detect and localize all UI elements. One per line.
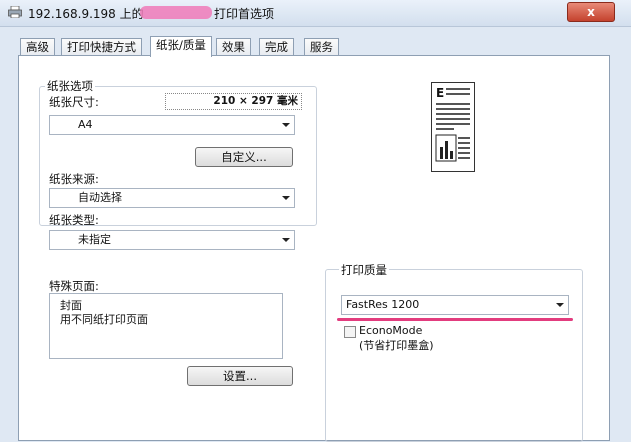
tab-effects[interactable]: 效果 (216, 38, 251, 56)
tab-panel: 纸张选项 纸张尺寸: 210 × 297 毫米 A4 自定义... 纸张来源: … (18, 55, 610, 442)
paper-type-select[interactable]: 未指定 (49, 230, 295, 250)
page-preview: E (431, 82, 475, 172)
paper-size-label: 纸张尺寸: (49, 95, 99, 109)
tab-print-shortcuts[interactable]: 打印快捷方式 (61, 38, 142, 56)
tab-finishing[interactable]: 完成 (259, 38, 294, 56)
chevron-down-icon (282, 196, 290, 200)
special-pages-list[interactable]: 封面 用不同纸打印页面 (49, 293, 283, 359)
printer-icon (8, 6, 22, 18)
paper-size-select[interactable]: A4 (49, 115, 295, 135)
tab-paper-quality[interactable]: 纸张/质量 (150, 36, 212, 57)
tab-services[interactable]: 服务 (304, 38, 339, 56)
special-pages-label: 特殊页面: (49, 279, 99, 293)
chevron-down-icon (282, 123, 290, 127)
paper-source-select[interactable]: 自动选择 (49, 188, 295, 208)
chevron-down-icon (282, 238, 290, 242)
list-item[interactable]: 用不同纸打印页面 (60, 311, 148, 327)
paper-size-dimensions: 210 × 297 毫米 (165, 93, 302, 110)
print-quality-value: FastRes 1200 (346, 298, 420, 311)
paper-source-label: 纸张来源: (49, 172, 99, 186)
economode-checkbox[interactable] (344, 326, 356, 338)
print-quality-select[interactable]: FastRes 1200 (341, 295, 569, 315)
paper-type-label: 纸张类型: (49, 213, 99, 227)
print-quality-title: 打印质量 (339, 262, 389, 278)
custom-size-button[interactable]: 自定义... (195, 147, 293, 167)
highlight-underline (337, 318, 573, 321)
paper-options-title: 纸张选项 (45, 78, 95, 94)
window-title: 192.168.9.198 上的 (28, 7, 144, 21)
preview-letter: E (436, 86, 444, 100)
special-pages-settings-button[interactable]: 设置... (187, 366, 293, 386)
paper-type-value: 未指定 (78, 233, 111, 246)
chevron-down-icon (556, 303, 564, 307)
economode-note: (节省打印墨盒) (359, 339, 434, 352)
window-title-suffix: 打印首选项 (214, 7, 275, 21)
page-preview-graphic: E (435, 86, 470, 162)
paper-source-value: 自动选择 (78, 191, 122, 204)
paper-size-value: A4 (78, 118, 93, 131)
tab-advanced[interactable]: 高级 (20, 38, 55, 56)
economode-label: EconoMode (359, 324, 423, 337)
redaction-mark (140, 6, 212, 19)
title-bar: 192.168.9.198 上的 打印首选项 x (0, 0, 631, 27)
close-button[interactable]: x (567, 2, 615, 22)
